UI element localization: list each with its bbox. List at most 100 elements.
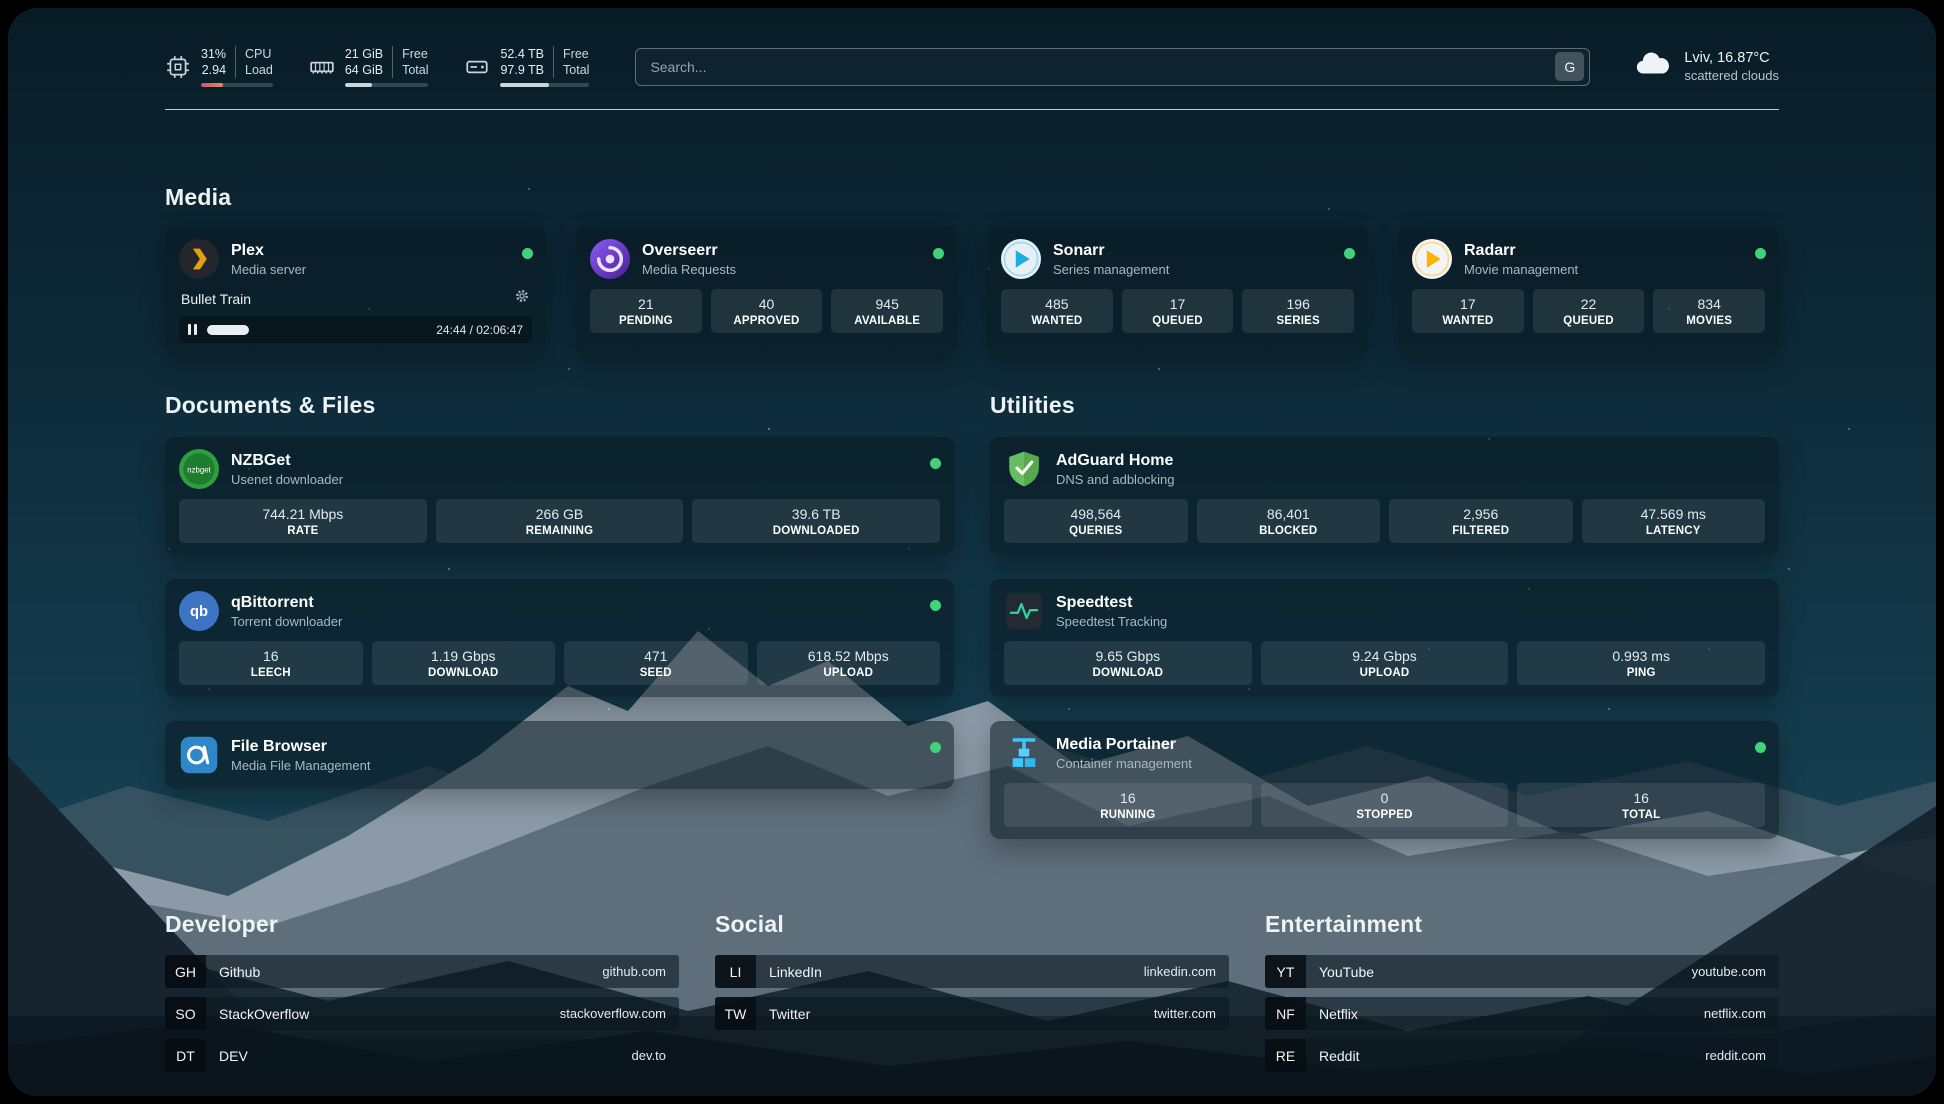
now-playing-title: Bullet Train: [181, 291, 251, 307]
bookmark-name: Netflix: [1319, 1006, 1358, 1022]
bookmark-netflix[interactable]: NF Netflix netflix.com: [1265, 997, 1779, 1030]
radarr-icon: [1412, 239, 1452, 279]
overseerr-card[interactable]: Overseerr Media Requests 21PENDING 40APP…: [576, 227, 957, 355]
search-input[interactable]: [650, 59, 1555, 75]
search-engine-button[interactable]: G: [1555, 52, 1584, 81]
disk-total-label: Total: [563, 62, 589, 78]
app-name: Speedtest: [1056, 594, 1167, 612]
cpu-usage-value: 31%: [201, 46, 226, 62]
app-name: Radarr: [1464, 242, 1578, 260]
status-dot: [1755, 248, 1766, 259]
radarr-card[interactable]: Radarr Movie management 17WANTED 22QUEUE…: [1398, 227, 1779, 355]
section-utilities: Utilities AdGuard Home DNS and adblockin…: [990, 392, 1779, 839]
ram-progress-bar: [345, 83, 429, 87]
ram-free-label: Free: [402, 46, 428, 62]
bookmark-reddit[interactable]: RE Reddit reddit.com: [1265, 1039, 1779, 1072]
app-name: Sonarr: [1053, 242, 1169, 260]
bookmark-abbr: SO: [165, 997, 206, 1030]
stat-box: 485WANTED: [1001, 289, 1113, 333]
app-subtitle: Usenet downloader: [231, 472, 343, 487]
app-subtitle: Media Requests: [642, 262, 736, 277]
stat-box: 834MOVIES: [1653, 289, 1765, 333]
portainer-icon: [1004, 733, 1044, 773]
stat-box: 498,564QUERIES: [1004, 499, 1188, 543]
section-entertainment: Entertainment YT YouTube youtube.com NF …: [1265, 911, 1779, 1072]
stat-box: 2,956FILTERED: [1389, 499, 1573, 543]
cpu-progress-bar: [201, 83, 273, 87]
disk-free-label: Free: [563, 46, 589, 62]
bookmark-name: Twitter: [769, 1006, 810, 1022]
cpu-widget: 31% 2.94 CPU Load: [165, 46, 273, 87]
speedtest-icon: [1004, 591, 1044, 631]
playback-progress[interactable]: [207, 325, 426, 335]
stat-box: 266 GBREMAINING: [436, 499, 684, 543]
stat-box: 40APPROVED: [711, 289, 823, 333]
cloud-icon: [1634, 50, 1672, 83]
bookmark-name: LinkedIn: [769, 964, 822, 980]
app-name: NZBGet: [231, 452, 343, 470]
stat-box: 9.24 GbpsUPLOAD: [1261, 641, 1509, 685]
app-subtitle: DNS and adblocking: [1056, 472, 1175, 487]
dashboard-screen: 31% 2.94 CPU Load: [8, 8, 1936, 1096]
media-section-title: Media: [165, 184, 1779, 211]
weather-condition: scattered clouds: [1684, 68, 1779, 83]
bookmark-abbr: DT: [165, 1039, 206, 1072]
plex-card[interactable]: Plex Media server Bullet Train: [165, 227, 546, 355]
player-bar: 24:44 / 02:06:47: [179, 316, 532, 343]
cpu-load-value: 2.94: [202, 62, 226, 78]
pause-button[interactable]: [188, 324, 197, 335]
app-subtitle: Movie management: [1464, 262, 1578, 277]
stat-box: 945AVAILABLE: [831, 289, 943, 333]
bookmark-name: DEV: [219, 1048, 248, 1064]
bookmark-url: linkedin.com: [1144, 964, 1216, 979]
bookmark-abbr: YT: [1265, 955, 1306, 988]
system-stats: 31% 2.94 CPU Load: [165, 46, 589, 87]
bookmark-github[interactable]: GH Github github.com: [165, 955, 679, 988]
disk-widget: 52.4 TB 97.9 TB Free Total: [464, 46, 589, 87]
bookmark-stackoverflow[interactable]: SO StackOverflow stackoverflow.com: [165, 997, 679, 1030]
disk-free-value: 52.4 TB: [500, 46, 544, 62]
stat-box: 1.19 GbpsDOWNLOAD: [372, 641, 556, 685]
bookmark-dev[interactable]: DT DEV dev.to: [165, 1039, 679, 1072]
bookmark-youtube[interactable]: YT YouTube youtube.com: [1265, 955, 1779, 988]
bookmark-twitter[interactable]: TW Twitter twitter.com: [715, 997, 1229, 1030]
app-subtitle: Media server: [231, 262, 306, 277]
section-media: Media Plex Media server Bullet Train: [165, 184, 1779, 355]
nzbget-card[interactable]: nzbget NZBGet Usenet downloader 744.21 M…: [165, 437, 954, 555]
gear-icon[interactable]: [514, 288, 530, 309]
cpu-icon: [165, 54, 191, 80]
stat-box: 22QUEUED: [1533, 289, 1645, 333]
section-documents: Documents & Files nzbget NZBGet Usenet d…: [165, 392, 954, 839]
qbittorrent-card[interactable]: qb qBittorrent Torrent downloader 16LEEC…: [165, 579, 954, 697]
nzbget-icon: nzbget: [179, 449, 219, 489]
app-name: qBittorrent: [231, 594, 342, 612]
weather-widget: Lviv, 16.87°C scattered clouds: [1634, 50, 1779, 83]
top-bar: 31% 2.94 CPU Load: [165, 46, 1779, 87]
sonarr-card[interactable]: Sonarr Series management 485WANTED 17QUE…: [987, 227, 1368, 355]
stat-box: 618.52 MbpsUPLOAD: [757, 641, 941, 685]
speedtest-card[interactable]: Speedtest Speedtest Tracking 9.65 GbpsDO…: [990, 579, 1779, 697]
app-name: Overseerr: [642, 242, 736, 260]
filebrowser-card[interactable]: File Browser Media File Management: [165, 721, 954, 789]
status-dot: [1344, 248, 1355, 259]
adguard-card[interactable]: AdGuard Home DNS and adblocking 498,564Q…: [990, 437, 1779, 555]
social-section-title: Social: [715, 911, 1229, 938]
stat-box: 744.21 MbpsRATE: [179, 499, 427, 543]
search-bar[interactable]: G: [635, 48, 1590, 86]
app-name: Plex: [231, 242, 306, 260]
cpu-load-label: Load: [245, 62, 273, 78]
stat-box: 0STOPPED: [1261, 783, 1509, 827]
app-subtitle: Media File Management: [231, 758, 370, 773]
bookmark-url: netflix.com: [1704, 1006, 1766, 1021]
portainer-card[interactable]: Media Portainer Container management 16R…: [990, 721, 1779, 839]
disk-progress-bar: [500, 83, 589, 87]
stat-box: 47.569 msLATENCY: [1582, 499, 1766, 543]
stat-box: 16LEECH: [179, 641, 363, 685]
utilities-section-title: Utilities: [990, 392, 1779, 419]
weather-location: Lviv, 16.87°C: [1684, 50, 1779, 66]
status-dot: [1755, 742, 1766, 753]
bookmark-abbr: RE: [1265, 1039, 1306, 1072]
bookmark-linkedin[interactable]: LI LinkedIn linkedin.com: [715, 955, 1229, 988]
stat-box: 21PENDING: [590, 289, 702, 333]
bookmark-name: StackOverflow: [219, 1006, 309, 1022]
